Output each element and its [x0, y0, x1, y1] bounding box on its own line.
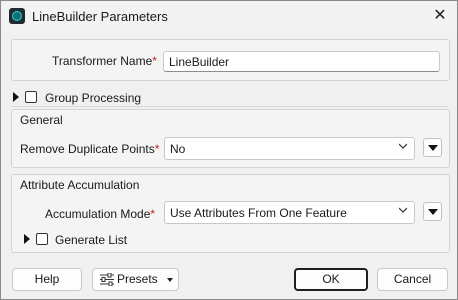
- group-processing-expand-icon[interactable]: [13, 92, 19, 102]
- transformer-name-panel: Transformer Name* LineBuilder: [11, 39, 450, 81]
- cancel-button[interactable]: Cancel: [377, 268, 448, 291]
- presets-button[interactable]: Presets: [92, 268, 179, 291]
- app-icon: [9, 8, 25, 24]
- accumulation-mode-label: Accumulation Mode*: [45, 207, 156, 221]
- remove-duplicate-points-menu-button[interactable]: [423, 138, 442, 157]
- accumulation-mode-menu-button[interactable]: [423, 202, 442, 221]
- chevron-down-icon: [399, 207, 407, 213]
- generate-list-checkbox[interactable]: [36, 233, 48, 245]
- remove-duplicate-points-value: No: [170, 142, 186, 156]
- general-panel: General Remove Duplicate Points* No: [11, 109, 450, 168]
- generate-list-expand-icon[interactable]: [24, 234, 30, 244]
- required-marker: *: [154, 142, 160, 156]
- accumulation-mode-select[interactable]: Use Attributes From One Feature: [164, 201, 415, 224]
- separator: [11, 106, 448, 107]
- ok-button[interactable]: OK: [294, 268, 368, 291]
- help-button[interactable]: Help: [12, 268, 82, 291]
- group-processing-checkbox[interactable]: [25, 91, 37, 103]
- presets-label: Presets: [117, 272, 158, 286]
- generate-list-label: Generate List: [55, 233, 128, 247]
- accumulation-mode-value: Use Attributes From One Feature: [170, 206, 347, 220]
- remove-duplicate-points-select[interactable]: No: [164, 137, 415, 160]
- group-processing-label: Group Processing: [45, 91, 142, 105]
- title-bar: LineBuilder Parameters ✕: [1, 1, 457, 31]
- required-marker: *: [150, 207, 156, 221]
- attribute-accumulation-header: Attribute Accumulation: [20, 178, 140, 192]
- close-icon[interactable]: ✕: [423, 1, 457, 31]
- parameters-dialog: LineBuilder Parameters ✕ Transformer Nam…: [0, 0, 458, 300]
- caret-down-icon: [167, 278, 173, 282]
- transformer-name-input[interactable]: LineBuilder: [163, 51, 440, 72]
- remove-duplicate-points-label: Remove Duplicate Points*: [20, 142, 160, 156]
- chevron-down-icon: [399, 143, 407, 149]
- transformer-name-label: Transformer Name*: [52, 54, 157, 68]
- general-header: General: [20, 113, 63, 127]
- sliders-icon: [100, 273, 114, 286]
- required-marker: *: [152, 54, 157, 68]
- attribute-accumulation-panel: Attribute Accumulation Accumulation Mode…: [11, 174, 450, 253]
- window-title: LineBuilder Parameters: [32, 9, 168, 24]
